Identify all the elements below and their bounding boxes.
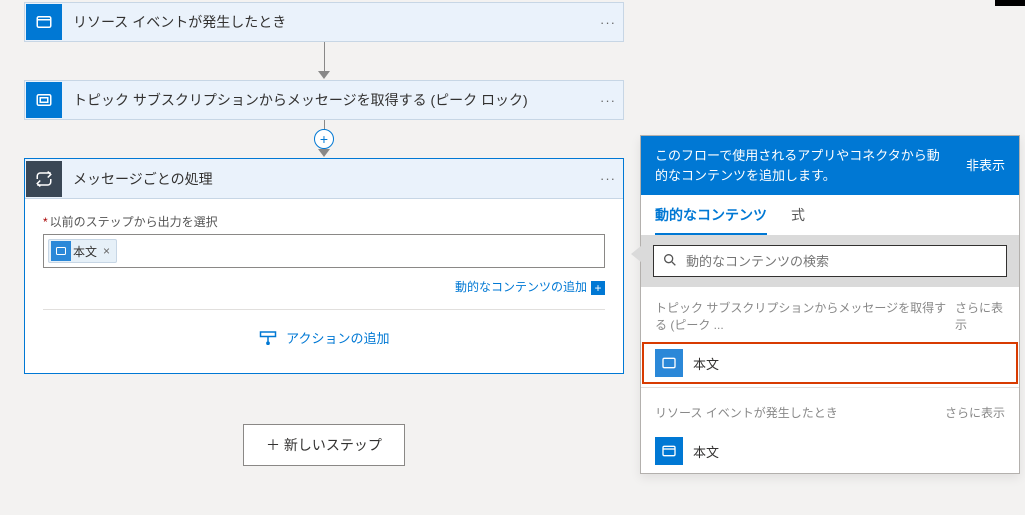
panel-header-text: このフローで使用されるアプリやコネクタから動的なコンテンツを追加します。 [655,146,952,185]
section-header-servicebus: トピック サブスクリプションからメッセージを取得する (ピーク ... さらに表… [641,287,1019,341]
ellipsis-icon[interactable]: ··· [593,93,623,108]
section-more-link[interactable]: さらに表示 [945,404,1005,421]
body-item-icon [655,349,683,377]
panel-header: このフローで使用されるアプリやコネクタから動的なコンテンツを追加します。 非表示 [641,136,1019,195]
token-chip-body[interactable]: 本文 × [48,239,117,263]
token-chip-label: 本文 [73,243,97,260]
section-header-eventgrid: リソース イベントが発生したとき さらに表示 [641,392,1019,429]
section-divider [641,387,1019,388]
service-bus-icon [26,82,62,118]
output-field-label: *以前のステップから出力を選択 [43,213,605,230]
search-input[interactable] [686,254,998,269]
for-each-header[interactable]: メッセージごとの処理 ··· [25,159,623,199]
tab-expression[interactable]: 式 [791,205,805,235]
step-get-messages[interactable]: トピック サブスクリプションからメッセージを取得する (ピーク ロック) ··· [24,80,624,120]
content-item-body-eventgrid[interactable]: 本文 [641,429,1019,473]
body-chip-icon [51,241,71,261]
section-title: トピック サブスクリプションからメッセージを取得する (ピーク ... [655,299,955,333]
new-step-button[interactable]: ＋ 新しいステップ [243,424,405,466]
workflow-canvas: リソース イベントが発生したとき ··· トピック サブスクリプションからメッセ… [4,0,644,466]
add-action-icon [259,331,277,345]
event-grid-icon [26,4,62,40]
section-title: リソース イベントが発生したとき [655,404,838,421]
output-token-input[interactable]: 本文 × [43,234,605,268]
ellipsis-icon[interactable]: ··· [593,171,623,186]
for-each-body: *以前のステップから出力を選択 本文 × 動的なコンテンツの追加+ [25,199,623,373]
content-item-label: 本文 [693,442,719,461]
step-title: リソース イベントが発生したとき [63,12,593,32]
add-dynamic-content-link[interactable]: 動的なコンテンツの追加+ [43,278,605,295]
add-dynamic-icon: + [591,281,605,295]
panel-callout-arrow [631,246,641,262]
ellipsis-icon[interactable]: ··· [593,15,623,30]
loop-icon [26,161,62,197]
body-item-icon [655,437,683,465]
hide-panel-link[interactable]: 非表示 [966,156,1005,176]
for-each-title: メッセージごとの処理 [63,169,593,189]
for-each-container: メッセージごとの処理 ··· *以前のステップから出力を選択 本文 × 動的なコ… [24,158,624,374]
panel-tabs: 動的なコンテンツ 式 [641,195,1019,235]
connector-arrow [318,42,330,80]
tab-dynamic-content[interactable]: 動的なコンテンツ [655,205,767,235]
insert-step-icon[interactable]: + [314,129,334,149]
section-more-link[interactable]: さらに表示 [955,299,1005,333]
window-decor [995,0,1025,6]
panel-search-wrap [641,235,1019,287]
step-trigger[interactable]: リソース イベントが発生したとき ··· [24,2,624,42]
content-item-body-servicebus[interactable]: 本文 [643,343,1017,383]
search-icon [662,252,678,271]
connector-arrow-plus: + [318,120,330,158]
panel-search[interactable] [653,245,1007,277]
dynamic-content-panel: このフローで使用されるアプリやコネクタから動的なコンテンツを追加します。 非表示… [640,135,1020,474]
content-item-label: 本文 [693,354,719,373]
step-title: トピック サブスクリプションからメッセージを取得する (ピーク ロック) [63,90,593,110]
remove-chip-icon[interactable]: × [103,244,110,258]
add-action-link[interactable]: アクションの追加 [43,309,605,365]
